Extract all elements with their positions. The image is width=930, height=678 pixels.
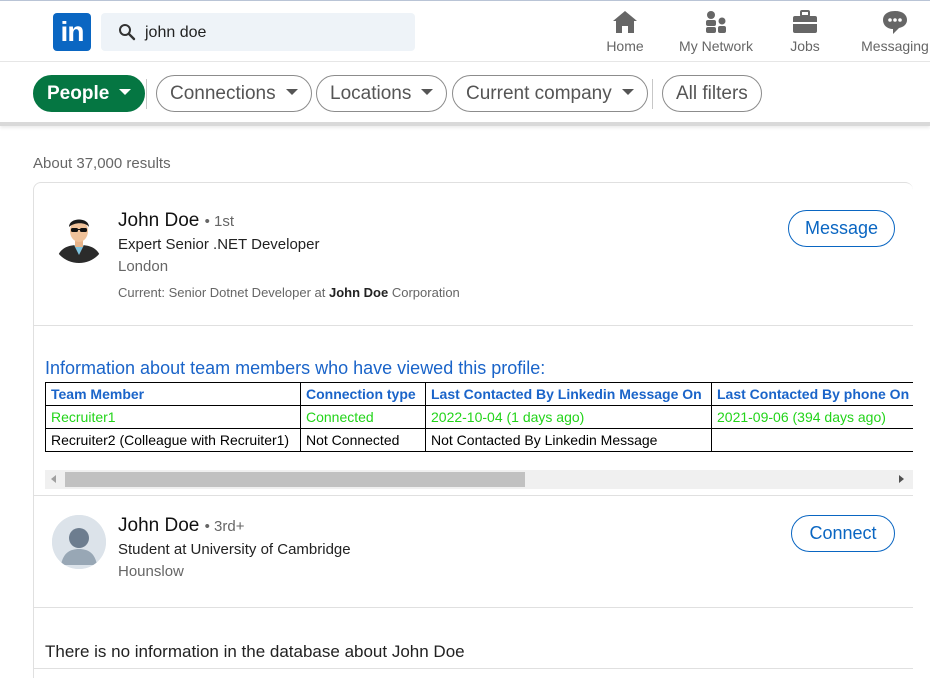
results-count: About 37,000 results bbox=[33, 155, 171, 172]
table-cell: 2021-09-06 (394 days ago) bbox=[711, 405, 913, 429]
table-header: Last Contacted By Linkedin Message On bbox=[425, 382, 712, 406]
filter-connections-label: Connections bbox=[170, 83, 276, 104]
table-cell bbox=[711, 428, 913, 452]
current-suffix: Corporation bbox=[388, 285, 460, 300]
filter-current-company[interactable]: Current company bbox=[452, 75, 648, 112]
search-value: john doe bbox=[145, 24, 207, 41]
horizontal-scrollbar[interactable] bbox=[45, 470, 913, 489]
network-icon bbox=[706, 11, 726, 33]
results-card: John Doe • 1st Expert Senior .NET Develo… bbox=[33, 182, 913, 678]
filter-locations-label: Locations bbox=[330, 83, 412, 104]
profile-photo-icon bbox=[52, 209, 106, 263]
profile-location: London bbox=[118, 258, 169, 275]
messaging-icon bbox=[883, 11, 907, 34]
divider bbox=[34, 668, 913, 669]
profile-name-link[interactable]: John Doe • 3rd+ bbox=[118, 515, 244, 537]
filter-all-filters-label: All filters bbox=[676, 83, 748, 104]
nav-home[interactable]: Home bbox=[602, 9, 648, 54]
divider bbox=[652, 79, 653, 109]
profile-name-link[interactable]: John Doe • 1st bbox=[118, 210, 234, 232]
no-info-message: There is no information in the database … bbox=[45, 642, 465, 661]
filter-bar: People Connections Locations Current com… bbox=[0, 62, 930, 126]
caret-down-icon bbox=[421, 88, 434, 95]
scroll-right-icon[interactable] bbox=[899, 475, 904, 483]
table-header-row: Team Member Connection type Last Contact… bbox=[45, 382, 913, 406]
table-row: Recruiter1 Connected 2022-10-04 (1 days … bbox=[45, 405, 913, 429]
scrollbar-thumb[interactable] bbox=[65, 472, 525, 487]
caret-down-icon bbox=[285, 88, 298, 95]
profile-location: Hounslow bbox=[118, 563, 184, 580]
profile-headline: Student at University of Cambridge bbox=[118, 541, 351, 558]
profile-current-position: Current: Senior Dotnet Developer at John… bbox=[118, 285, 460, 300]
caret-down-icon bbox=[621, 88, 634, 95]
message-button[interactable]: Message bbox=[788, 210, 895, 247]
nav-label: My Network bbox=[679, 38, 753, 54]
top-nav: in john doe Home My Network Jobs Messagi… bbox=[0, 0, 930, 62]
profile-name: John Doe bbox=[118, 515, 200, 536]
table-cell: Recruiter1 bbox=[45, 405, 301, 429]
filter-all-filters[interactable]: All filters bbox=[662, 75, 762, 112]
table-header: Connection type bbox=[300, 382, 426, 406]
team-info-heading: Information about team members who have … bbox=[45, 358, 546, 378]
caret-down-icon bbox=[119, 88, 132, 95]
filter-people[interactable]: People bbox=[33, 75, 146, 112]
connect-button[interactable]: Connect bbox=[791, 515, 895, 552]
filter-people-label: People bbox=[47, 83, 110, 104]
search-icon bbox=[119, 24, 136, 41]
table-cell: Recruiter2 (Colleague with Recruiter1) bbox=[45, 428, 301, 452]
nav-label: Jobs bbox=[790, 38, 820, 54]
avatar[interactable] bbox=[52, 515, 106, 569]
profile-name: John Doe bbox=[118, 210, 200, 231]
current-prefix: Current: Senior Dotnet Developer at bbox=[118, 285, 329, 300]
default-avatar-icon bbox=[52, 515, 106, 569]
filter-current-company-label: Current company bbox=[466, 83, 612, 104]
scroll-left-icon[interactable] bbox=[51, 475, 56, 483]
table-cell: Connected bbox=[300, 405, 426, 429]
team-info-table: Team Member Connection type Last Contact… bbox=[45, 382, 913, 452]
avatar[interactable] bbox=[52, 209, 106, 263]
divider bbox=[34, 495, 913, 496]
current-highlight: John Doe bbox=[329, 285, 389, 300]
nav-my-network[interactable]: My Network bbox=[673, 9, 759, 54]
linkedin-logo[interactable]: in bbox=[53, 13, 91, 51]
table-row: Recruiter2 (Colleague with Recruiter1) N… bbox=[45, 428, 913, 452]
table-header: Team Member bbox=[45, 382, 301, 406]
table-header: Last Contacted By phone On bbox=[711, 382, 913, 406]
briefcase-icon bbox=[793, 10, 817, 33]
nav-label: Home bbox=[606, 38, 644, 54]
nav-label: Messaging bbox=[861, 38, 929, 54]
connection-degree: • 3rd+ bbox=[204, 518, 245, 535]
filter-locations[interactable]: Locations bbox=[316, 75, 448, 112]
home-icon bbox=[613, 11, 637, 33]
divider bbox=[34, 325, 913, 326]
nav-messaging[interactable]: Messaging bbox=[860, 9, 930, 54]
team-info-table-container: Team Member Connection type Last Contact… bbox=[45, 382, 913, 452]
filter-connections[interactable]: Connections bbox=[156, 75, 312, 112]
connection-degree: • 1st bbox=[204, 213, 235, 230]
table-cell: 2022-10-04 (1 days ago) bbox=[425, 405, 712, 429]
nav-jobs[interactable]: Jobs bbox=[788, 9, 822, 54]
profile-headline: Expert Senior .NET Developer bbox=[118, 236, 320, 253]
divider bbox=[34, 607, 913, 608]
divider bbox=[146, 79, 147, 109]
table-cell: Not Connected bbox=[300, 428, 426, 452]
table-cell: Not Contacted By Linkedin Message bbox=[425, 428, 712, 452]
search-input[interactable]: john doe bbox=[101, 13, 415, 51]
